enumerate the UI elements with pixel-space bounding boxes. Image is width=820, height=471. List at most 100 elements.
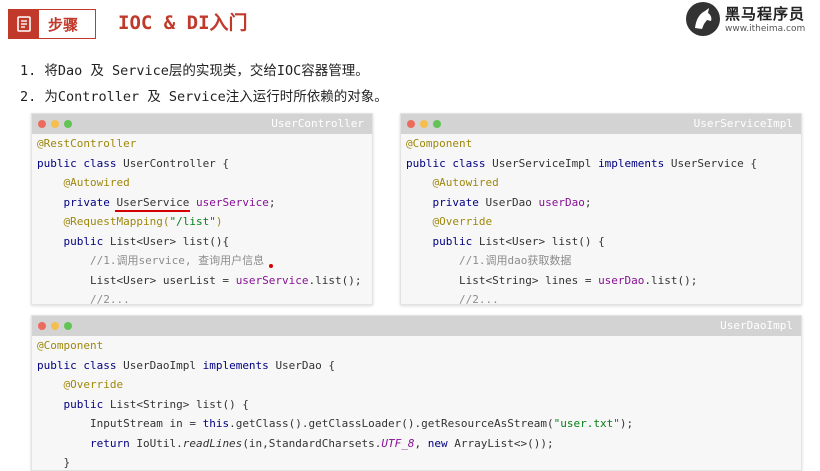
code-line: List<User> userList = userService.list()… bbox=[37, 271, 372, 291]
code-text: ; bbox=[584, 195, 592, 209]
minimize-dot-icon bbox=[51, 322, 59, 330]
list-icon bbox=[9, 10, 39, 38]
user-dao-impl-window: UserDaoImpl @Component public class UserD… bbox=[31, 315, 802, 471]
code-text: InputStream in = bbox=[89, 417, 203, 430]
code-text: List<String> list() { bbox=[109, 397, 249, 411]
keyword: this bbox=[202, 417, 230, 430]
code-line: @RestController bbox=[37, 134, 372, 154]
code-block: @Component public class UserServiceImpl i… bbox=[401, 134, 801, 304]
code-line: List<String> lines = userDao.list(); bbox=[406, 271, 801, 291]
code-line: public List<User> list(){ bbox=[37, 232, 372, 252]
annotation: @Component bbox=[37, 339, 104, 352]
code-text: List<User> userList = bbox=[89, 273, 236, 287]
code-text: ); bbox=[619, 417, 634, 430]
annotation: ) bbox=[215, 215, 223, 228]
code-text: UserDao { bbox=[275, 358, 336, 372]
field-name: userDao bbox=[538, 195, 585, 209]
code-line: //1.调用service, 查询用户信息 bbox=[37, 251, 372, 271]
window-title-bar: UserController bbox=[32, 114, 372, 134]
code-line: @Autowired bbox=[406, 173, 801, 193]
string-literal: "user.txt" bbox=[553, 417, 620, 430]
keyword: public class bbox=[406, 156, 493, 170]
code-text: IoUtil. bbox=[136, 436, 183, 450]
horse-logo-icon bbox=[686, 2, 720, 36]
annotation: @RequestMapping( bbox=[63, 215, 170, 228]
code-line: @Override bbox=[37, 375, 801, 395]
keyword: implements bbox=[598, 156, 671, 170]
code-line: //2... bbox=[406, 290, 801, 304]
code-line: return IoUtil.readLines(in,StandardChars… bbox=[37, 434, 801, 454]
step-item: 1. 将Dao 及 Service层的实现类，交给IOC容器管理。 bbox=[20, 63, 369, 79]
brand-logo: 黑马程序员 www.itheima.com bbox=[686, 2, 812, 38]
code-text: UserController { bbox=[123, 156, 230, 170]
code-line: public class UserController { bbox=[37, 154, 372, 174]
close-dot-icon bbox=[407, 120, 415, 128]
code-line: private UserService userService; bbox=[37, 193, 372, 213]
maximize-dot-icon bbox=[64, 120, 72, 128]
page-title: IOC & DI入门 bbox=[118, 12, 248, 34]
code-line: private UserDao userDao; bbox=[406, 193, 801, 213]
minimize-dot-icon bbox=[420, 120, 428, 128]
constant: UTF_8 bbox=[381, 436, 415, 450]
code-text: UserService { bbox=[670, 156, 758, 170]
code-line: public List<String> list() { bbox=[37, 395, 801, 415]
code-line: public class UserDaoImpl implements User… bbox=[37, 356, 801, 376]
annotation: @Override bbox=[432, 215, 493, 228]
code-block: @Component public class UserDaoImpl imple… bbox=[32, 336, 801, 470]
code-line: //1.调用dao获取数据 bbox=[406, 251, 801, 271]
annotation: @Component bbox=[406, 137, 473, 150]
keyword: public class bbox=[37, 156, 124, 170]
code-line: public class UserServiceImpl implements … bbox=[406, 154, 801, 174]
step-badge: 步骤 bbox=[8, 9, 96, 39]
code-line: @Component bbox=[406, 134, 801, 154]
window-title: UserDaoImpl bbox=[720, 319, 793, 332]
minimize-dot-icon bbox=[51, 120, 59, 128]
comment: //2... bbox=[89, 293, 130, 305]
annotation: @Autowired bbox=[63, 176, 130, 189]
keyword: private bbox=[63, 195, 117, 209]
keyword: public bbox=[432, 234, 479, 248]
window-title-bar: UserDaoImpl bbox=[32, 316, 801, 336]
keyword: public bbox=[63, 234, 110, 248]
maximize-dot-icon bbox=[64, 322, 72, 330]
field-name: userDao bbox=[598, 273, 645, 287]
brand-name: 黑马程序员 bbox=[725, 5, 806, 23]
badge-label: 步骤 bbox=[48, 15, 79, 34]
underlined-type: UserService bbox=[116, 195, 190, 209]
window-title: UserController bbox=[271, 117, 364, 130]
annotation: @Override bbox=[63, 378, 124, 391]
comment: //1.调用dao获取数据 bbox=[458, 254, 572, 267]
code-text: List<User> list(){ bbox=[109, 234, 230, 248]
keyword: public class bbox=[37, 358, 124, 372]
code-text: } bbox=[63, 456, 71, 469]
static-method: readLines bbox=[182, 436, 243, 450]
code-line: } bbox=[37, 453, 801, 470]
maximize-dot-icon bbox=[433, 120, 441, 128]
code-text: .list(); bbox=[644, 273, 698, 287]
close-dot-icon bbox=[38, 322, 46, 330]
string-literal: "/list" bbox=[169, 215, 216, 228]
code-text: .getClass().getClassLoader().getResource… bbox=[229, 417, 554, 430]
keyword: implements bbox=[202, 358, 276, 372]
field-name: userService bbox=[235, 273, 309, 287]
window-title-bar: UserServiceImpl bbox=[401, 114, 801, 134]
code-line: @Autowired bbox=[37, 173, 372, 193]
code-line: @Component bbox=[37, 336, 801, 356]
code-text: List<User> list() { bbox=[478, 234, 605, 248]
code-text: (in,StandardCharsets. bbox=[242, 436, 382, 450]
code-text: .list(); bbox=[308, 273, 362, 287]
pointer-dot bbox=[269, 264, 273, 268]
code-line: @RequestMapping("/list") bbox=[37, 212, 372, 232]
annotation: @Autowired bbox=[432, 176, 499, 189]
close-dot-icon bbox=[38, 120, 46, 128]
code-text: UserDaoImpl bbox=[123, 358, 203, 372]
annotation: @RestController bbox=[37, 137, 137, 150]
code-line: InputStream in = this.getClass().getClas… bbox=[37, 414, 801, 434]
keyword: private bbox=[432, 195, 486, 209]
keyword: public bbox=[63, 397, 110, 411]
code-text: ArrayList<>()); bbox=[454, 436, 554, 450]
code-text: , bbox=[414, 436, 428, 450]
code-line: @Override bbox=[406, 212, 801, 232]
brand-url: www.itheima.com bbox=[725, 24, 806, 34]
comment: //1.调用service, 查询用户信息 bbox=[89, 254, 265, 267]
